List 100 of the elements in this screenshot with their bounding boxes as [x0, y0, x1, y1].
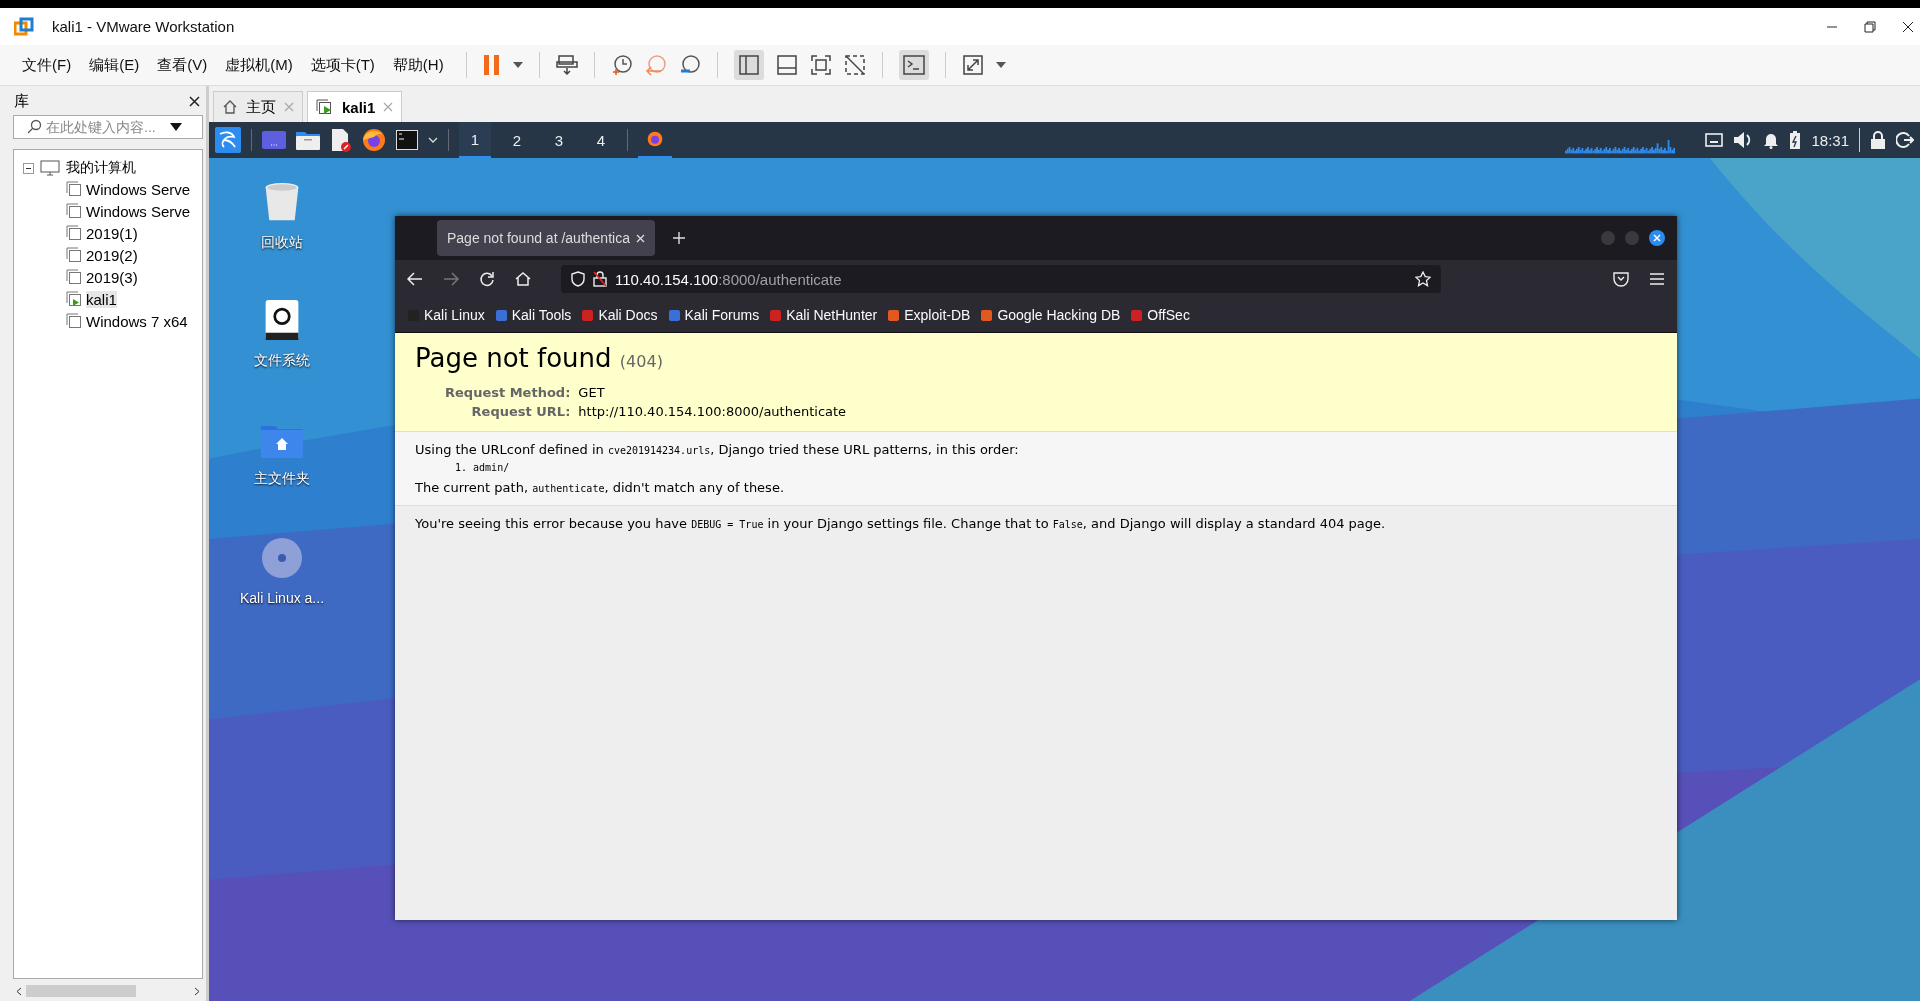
menu-item[interactable]: 文件(F): [22, 55, 72, 75]
desktop-icon-label[interactable]: Kali Linux a...: [239, 590, 325, 606]
bookmark-icon: [769, 308, 783, 322]
disc-icon[interactable]: [262, 538, 302, 578]
star-icon[interactable]: [1415, 271, 1431, 287]
tree-item[interactable]: kali1: [86, 290, 117, 308]
desktop-icon-label[interactable]: 主文件夹: [254, 470, 310, 488]
field-value: http://110.40.154.100:8000/authenticate: [578, 403, 847, 421]
menu-item[interactable]: 虚拟机(M): [225, 55, 293, 75]
lock-icon[interactable]: [1870, 131, 1886, 149]
pocket-icon[interactable]: [1613, 271, 1629, 287]
fullscreen-icon[interactable]: [809, 54, 832, 76]
workspace-button[interactable]: 1: [459, 122, 491, 158]
bookmark-link[interactable]: Google Hacking DB: [980, 307, 1121, 323]
text-editor-icon[interactable]: [330, 128, 352, 152]
bookmark-icon: [887, 308, 901, 322]
terminal-icon[interactable]: [396, 130, 418, 150]
dropdown-caret-icon[interactable]: [170, 123, 182, 131]
snapshot-icon[interactable]: [610, 54, 633, 76]
scroll-right-icon[interactable]: [194, 986, 200, 996]
bookmark-link[interactable]: Kali Forums: [667, 307, 760, 323]
firefox-icon[interactable]: [362, 128, 386, 152]
menu-item[interactable]: 查看(V): [157, 55, 208, 75]
workspace-button[interactable]: 3: [543, 122, 575, 158]
info-text: Using the URLconf defined in cve201914234.urls, Django tried these URL patterns, in this order:: [415, 442, 1020, 457]
battery-icon[interactable]: [1789, 131, 1802, 149]
home-icon: [222, 99, 238, 115]
tree-item[interactable]: 2019(1): [86, 224, 138, 242]
new-tab-icon[interactable]: [672, 232, 685, 244]
search-field[interactable]: 在此处键入内容...: [13, 115, 203, 139]
tree-item[interactable]: Windows Serve: [86, 202, 191, 220]
send-keys-icon[interactable]: [555, 54, 578, 76]
home-folder-icon[interactable]: [261, 426, 303, 458]
caret-icon[interactable]: [995, 62, 1006, 68]
close-icon[interactable]: [189, 96, 200, 107]
pause-icon[interactable]: [482, 54, 501, 76]
close-icon[interactable]: [1902, 20, 1914, 33]
logout-icon[interactable]: [1896, 131, 1914, 149]
bookmark-link[interactable]: Kali Docs: [581, 307, 658, 323]
bookmark-link[interactable]: Kali Linux: [407, 307, 485, 323]
console-icon[interactable]: [898, 50, 929, 80]
bookmark-icon: [667, 308, 681, 322]
stretch-icon[interactable]: [961, 54, 984, 76]
drive-icon[interactable]: [264, 300, 300, 340]
bookmark-link[interactable]: Exploit-DB: [887, 307, 971, 323]
vm-tab[interactable]: 主页: [213, 91, 303, 122]
bell-icon[interactable]: [1763, 131, 1780, 149]
bookmark-icon: [1130, 308, 1144, 322]
back-icon[interactable]: [407, 272, 423, 286]
url-pattern: 1. admin/: [455, 461, 511, 474]
thumbnail-view-icon[interactable]: [775, 54, 798, 76]
kali-menu-icon[interactable]: [215, 127, 241, 153]
library-view-icon[interactable]: [733, 50, 764, 80]
field-value: GET: [578, 384, 606, 402]
restore-icon[interactable]: [1864, 20, 1876, 33]
folder-icon[interactable]: [296, 130, 320, 150]
vm-running-icon: [316, 99, 334, 115]
clock[interactable]: 18:31: [1811, 131, 1849, 149]
tree-item[interactable]: Windows Serve: [86, 180, 191, 198]
home-icon[interactable]: [515, 271, 531, 287]
menu-item[interactable]: 选项卡(T): [310, 55, 375, 75]
menu-item[interactable]: 编辑(E): [89, 55, 140, 75]
caret-icon[interactable]: [512, 62, 523, 68]
bookmark-icon: [581, 308, 595, 322]
unity-off-icon[interactable]: [843, 54, 866, 76]
vm-tab[interactable]: kali1: [307, 91, 403, 122]
address-bar[interactable]: 110.40.154.100:8000/authenticate: [561, 265, 1441, 293]
browser-tab[interactable]: Page not found at /authentica: [437, 220, 655, 256]
tree-item[interactable]: 我的计算机: [66, 159, 136, 177]
bookmark-link[interactable]: Kali Tools: [494, 307, 572, 323]
field-label: Request Method:: [445, 384, 572, 402]
reload-icon[interactable]: [479, 271, 495, 287]
computer-icon: [40, 160, 60, 176]
forward-icon[interactable]: [443, 272, 459, 286]
caret-icon[interactable]: [428, 137, 438, 143]
bookmark-icon: [494, 308, 508, 322]
menu-item[interactable]: 帮助(H): [392, 55, 444, 75]
explanation-text: You're seeing this error because you have DEBUG = True in your Django settings file. Change that to False, and Django will display a standard 404 page.: [415, 516, 1387, 531]
menu-icon[interactable]: [1649, 272, 1665, 286]
network-icon[interactable]: [1705, 133, 1724, 147]
tree-item[interactable]: 2019(3): [86, 268, 138, 286]
tree-item[interactable]: 2019(2): [86, 246, 138, 264]
tree-item[interactable]: Windows 7 x64: [86, 312, 188, 330]
window-title: kali1 - VMware Workstation: [52, 18, 235, 35]
collapse-icon[interactable]: [23, 162, 34, 174]
workspace-button[interactable]: 2: [501, 122, 533, 158]
library-title: 库: [14, 92, 29, 111]
snapshot-manager-icon[interactable]: [678, 54, 701, 76]
vmware-logo-icon: [14, 16, 34, 37]
workspace-button[interactable]: 4: [585, 122, 617, 158]
bookmark-link[interactable]: Kali NetHunter: [769, 307, 878, 323]
close-icon[interactable]: [1649, 230, 1665, 246]
scroll-left-icon[interactable]: [16, 986, 22, 996]
page-heading: Page not found (404): [415, 343, 664, 373]
info-text: The current path, authenticate, didn't match any of these.: [415, 480, 786, 495]
bookmark-link[interactable]: OffSec: [1130, 307, 1190, 323]
field-label: Request URL:: [470, 403, 572, 421]
insecure-lock-icon: [593, 271, 607, 287]
search-icon: [26, 119, 42, 135]
bookmark-icon: [980, 308, 994, 322]
